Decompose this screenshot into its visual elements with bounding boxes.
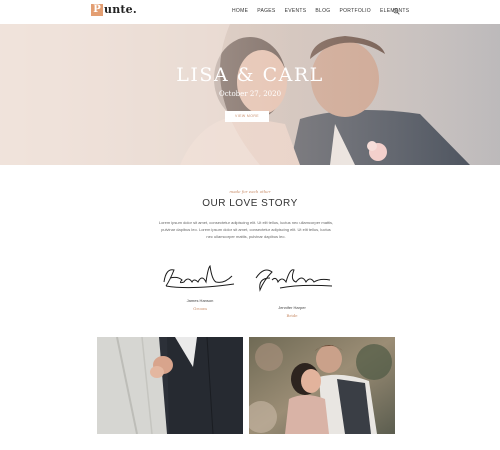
bride-name: Jennifer Harper bbox=[278, 305, 306, 310]
menu-item-portfolio[interactable]: PORTFOLIO bbox=[339, 8, 371, 14]
story-paragraph: Lorem ipsum dolor sit amet, consectetur … bbox=[158, 220, 334, 239]
couple-photo-embrace bbox=[249, 337, 395, 434]
groom-role: Groom bbox=[193, 306, 207, 311]
couple-photo-hands bbox=[97, 337, 243, 434]
menu-item-pages[interactable]: PAGES bbox=[257, 8, 275, 14]
logo-text: unte. bbox=[104, 3, 137, 16]
story-title: OUR LOVE STORY bbox=[202, 198, 298, 209]
logo-mark: P bbox=[91, 3, 103, 16]
hero-date: October 27, 2020 bbox=[218, 90, 282, 98]
story-kicker: made for each other bbox=[229, 189, 271, 194]
menu-item-home[interactable]: HOME bbox=[232, 8, 248, 14]
hero-banner: LISA & CARL October 27, 2020 VIEW MORE bbox=[0, 24, 500, 165]
menu-item-events[interactable]: EVENTS bbox=[285, 8, 307, 14]
groom-name: James Hanson bbox=[186, 298, 214, 303]
view-more-button[interactable]: VIEW MORE bbox=[225, 111, 269, 122]
bride-role: Bride bbox=[286, 313, 298, 318]
site-logo[interactable]: P unte. bbox=[91, 3, 137, 16]
bride-signature-image bbox=[255, 269, 333, 292]
search-icon[interactable] bbox=[393, 8, 400, 15]
holding-hands-image bbox=[97, 337, 243, 434]
embracing-couple-image bbox=[249, 337, 395, 434]
groom-signature-image bbox=[163, 264, 235, 289]
main-menu: HOME PAGES EVENTS BLOG PORTFOLIO ELEMENT… bbox=[232, 8, 409, 14]
menu-item-blog[interactable]: BLOG bbox=[315, 8, 330, 14]
top-navbar: P unte. HOME PAGES EVENTS BLOG PORTFOLIO… bbox=[0, 0, 500, 24]
hero-title: LISA & CARL bbox=[176, 64, 324, 86]
